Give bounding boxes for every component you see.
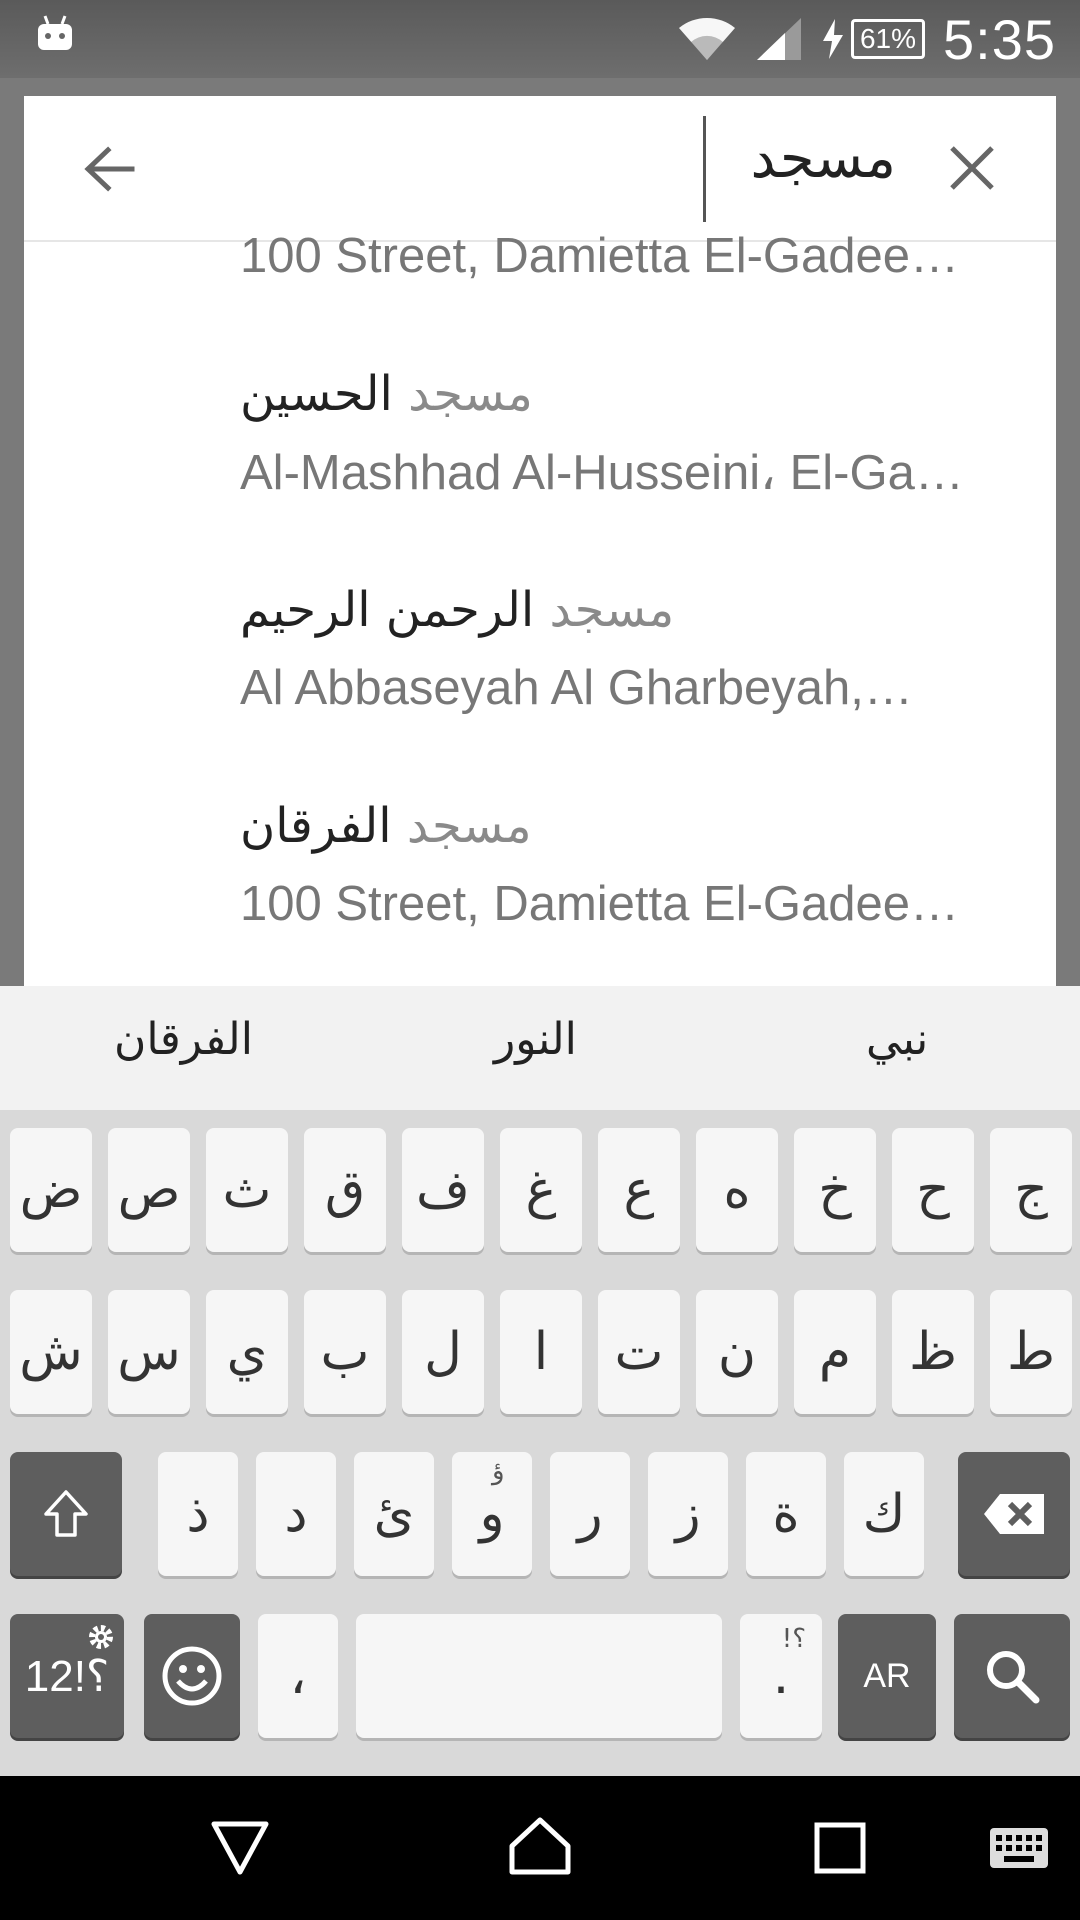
status-bar: 61% 5:35 xyxy=(0,0,1080,78)
key[interactable]: ؤ و xyxy=(452,1452,532,1576)
result-item[interactable]: مسجد الحسين Al-Mashhad Al-Husseini، El-G… xyxy=(240,366,1026,506)
symbols-key[interactable]: ؟!12 xyxy=(10,1614,124,1738)
result-title-name: الفرقان xyxy=(240,798,392,854)
key[interactable]: ص xyxy=(108,1128,190,1252)
key[interactable]: ر xyxy=(550,1452,630,1576)
screen: 61% 5:35 مسجد 100 Street, Damietta El-Ga… xyxy=(0,0,1080,1920)
shift-key[interactable] xyxy=(10,1452,122,1576)
home-icon[interactable] xyxy=(508,1816,572,1876)
signal-icon xyxy=(756,18,801,60)
result-title-query: مسجد xyxy=(549,582,675,638)
key[interactable]: ن xyxy=(696,1290,778,1414)
key[interactable]: ح xyxy=(892,1128,974,1252)
result-item[interactable]: مسجد الرحمن الرحيم Al Abbaseyah Al Gharb… xyxy=(240,582,1026,722)
result-title: مسجد الرحمن الرحيم xyxy=(240,582,1026,644)
search-icon xyxy=(987,1651,1040,1704)
key[interactable]: ت xyxy=(598,1290,680,1414)
language-label: AR xyxy=(863,1656,911,1695)
status-time: 5:35 xyxy=(943,7,1056,71)
suggestion-strip: الفرقان النور نبي xyxy=(0,986,1080,1110)
suggestion-1[interactable]: الفرقان xyxy=(114,1014,253,1065)
search-panel: مسجد 100 Street, Damietta El-Gadee… مسجد… xyxy=(24,96,1056,986)
recents-icon[interactable] xyxy=(814,1822,866,1874)
key[interactable]: ئ xyxy=(354,1452,434,1576)
backspace-key[interactable] xyxy=(958,1452,1070,1576)
key[interactable]: ب xyxy=(304,1290,386,1414)
comma-key[interactable]: ، xyxy=(258,1614,338,1738)
key[interactable]: ع xyxy=(598,1128,680,1252)
backspace-icon xyxy=(984,1494,1044,1534)
period-key[interactable]: !؟ . xyxy=(740,1614,822,1738)
battery: 61% xyxy=(821,19,925,59)
key[interactable]: د xyxy=(256,1452,336,1576)
result-item[interactable]: 100 Street, Damietta El-Gadee… xyxy=(240,228,1026,290)
wifi-icon xyxy=(678,17,735,60)
result-subtitle: 100 Street, Damietta El-Gadee… xyxy=(240,229,960,283)
back-triangle-icon[interactable] xyxy=(210,1820,270,1876)
key-hint: !؟ xyxy=(781,1624,806,1654)
key-hint: ؤ xyxy=(492,1456,505,1486)
result-title: مسجد الفرقان xyxy=(240,798,1026,860)
navigation-bar xyxy=(0,1776,1080,1920)
key-label: . xyxy=(772,1646,790,1706)
arrow-left-icon[interactable] xyxy=(80,140,138,198)
key[interactable]: ك xyxy=(844,1452,924,1576)
search-bar: مسجد xyxy=(24,96,1056,242)
key[interactable]: ج xyxy=(990,1128,1072,1252)
key[interactable]: ا xyxy=(500,1290,582,1414)
gear-icon xyxy=(89,1625,113,1649)
emoji-key[interactable] xyxy=(144,1614,240,1738)
result-subtitle: Al Abbaseyah Al Gharbeyah,… xyxy=(240,661,913,715)
result-title-query: مسجد xyxy=(406,798,532,854)
result-subtitle: 100 Street, Damietta El-Gadee… xyxy=(240,877,960,931)
key[interactable]: ظ xyxy=(892,1290,974,1414)
result-subtitle: Al-Mashhad Al-Husseini، El-Ga… xyxy=(240,446,964,500)
space-key[interactable] xyxy=(356,1614,722,1738)
key[interactable]: ق xyxy=(304,1128,386,1252)
suggestion-2[interactable]: النور xyxy=(494,1014,577,1065)
key[interactable]: ة xyxy=(746,1452,826,1576)
key[interactable]: ش xyxy=(10,1290,92,1414)
android-icon xyxy=(38,15,72,50)
key[interactable]: خ xyxy=(794,1128,876,1252)
key[interactable]: ي xyxy=(206,1290,288,1414)
key[interactable]: ث xyxy=(206,1128,288,1252)
key[interactable]: م xyxy=(794,1290,876,1414)
search-key[interactable] xyxy=(954,1614,1070,1738)
shift-icon xyxy=(44,1490,88,1537)
key[interactable]: غ xyxy=(500,1128,582,1252)
close-icon[interactable] xyxy=(946,142,998,194)
language-key[interactable]: AR xyxy=(838,1614,936,1738)
result-title: مسجد الحسين xyxy=(240,366,1026,428)
text-cursor xyxy=(703,116,706,222)
result-title-name: الحسين xyxy=(240,366,393,422)
keyboard-icon[interactable] xyxy=(988,1826,1050,1870)
key[interactable]: ف xyxy=(402,1128,484,1252)
emoji-icon xyxy=(162,1646,222,1706)
key[interactable]: ل xyxy=(402,1290,484,1414)
key-label: و xyxy=(479,1484,505,1544)
keyboard: الفرقان النور نبي ض ص ث ق ف غ ع ه خ ح ج … xyxy=(0,986,1080,1776)
status-icons: 61% 5:35 xyxy=(677,0,1056,78)
key[interactable]: ذ xyxy=(158,1452,238,1576)
charging-icon xyxy=(822,19,843,59)
key[interactable]: ه xyxy=(696,1128,778,1252)
result-title-name: الرحمن الرحيم xyxy=(240,582,535,638)
key[interactable]: س xyxy=(108,1290,190,1414)
key[interactable]: ط xyxy=(990,1290,1072,1414)
suggestion-3[interactable]: نبي xyxy=(866,1014,928,1065)
symbols-label: ؟!12 xyxy=(24,1651,110,1701)
battery-percent: 61% xyxy=(850,19,925,59)
key[interactable]: ز xyxy=(648,1452,728,1576)
search-input[interactable]: مسجد xyxy=(751,126,897,191)
result-title-query: مسجد xyxy=(408,366,533,422)
key[interactable]: ض xyxy=(10,1128,92,1252)
result-item[interactable]: مسجد الفرقان 100 Street, Damietta El-Gad… xyxy=(240,798,1026,938)
